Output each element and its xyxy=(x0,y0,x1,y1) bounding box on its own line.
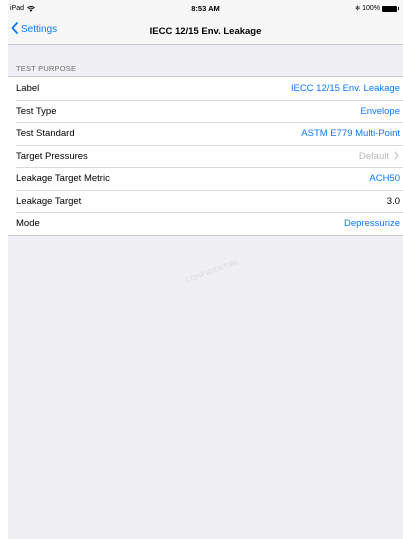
row-test-type-value: Envelope xyxy=(360,105,400,117)
row-leakage-target-title: Leakage Target xyxy=(16,195,82,207)
row-leakage-target-metric-title: Leakage Target Metric xyxy=(16,173,110,184)
row-test-type[interactable]: Test Type Envelope xyxy=(8,99,403,123)
row-leakage-target-metric-value: ACH50 xyxy=(369,173,400,184)
row-mode[interactable]: Mode Depressurize xyxy=(8,212,403,235)
section-header: TEST PURPOSE xyxy=(8,58,403,76)
navigation-bar: Settings IECC 12/15 Env. Leakage xyxy=(8,18,403,45)
battery-percent: 100% xyxy=(362,5,380,12)
row-target-pressures[interactable]: Target Pressures Default xyxy=(8,144,403,168)
row-test-type-title: Test Type xyxy=(16,105,57,117)
row-leakage-target[interactable]: Leakage Target 3.0 xyxy=(8,189,403,213)
row-label-value: IECC 12/15 Env. Leakage xyxy=(290,83,400,94)
ipad-screen: iPad 8:53 AM ✻ 100% Settings IECC 12/15 … xyxy=(8,0,403,539)
bluetooth-icon: ✻ xyxy=(355,6,361,12)
battery-icon xyxy=(382,5,400,12)
row-target-pressures-value: Default xyxy=(358,150,389,162)
row-leakage-target-value: 3.0 xyxy=(386,195,400,207)
row-test-standard-title: Test Standard xyxy=(16,128,75,139)
status-time: 8:53 AM xyxy=(191,4,220,13)
section-header-label: TEST PURPOSE xyxy=(16,64,77,73)
row-target-pressures-title: Target Pressures xyxy=(16,150,88,162)
row-test-standard[interactable]: Test Standard ASTM E779 Multi-Point xyxy=(8,122,403,145)
row-mode-value: Depressurize xyxy=(344,218,400,229)
chevron-right-icon xyxy=(394,150,399,162)
status-bar: iPad 8:53 AM ✻ 100% xyxy=(8,0,403,18)
watermark: CONFIDENTIAL xyxy=(184,258,241,285)
settings-table: Label IECC 12/15 Env. Leakage Test Type … xyxy=(8,76,403,236)
row-test-standard-value: ASTM E779 Multi-Point xyxy=(301,128,400,139)
row-mode-title: Mode xyxy=(16,218,40,229)
status-right: ✻ 100% xyxy=(355,5,400,12)
row-leakage-target-metric[interactable]: Leakage Target Metric ACH50 xyxy=(8,167,403,190)
row-label-title: Label xyxy=(16,83,40,94)
row-label[interactable]: Label IECC 12/15 Env. Leakage xyxy=(8,77,403,100)
page-title: IECC 12/15 Env. Leakage xyxy=(149,26,262,37)
